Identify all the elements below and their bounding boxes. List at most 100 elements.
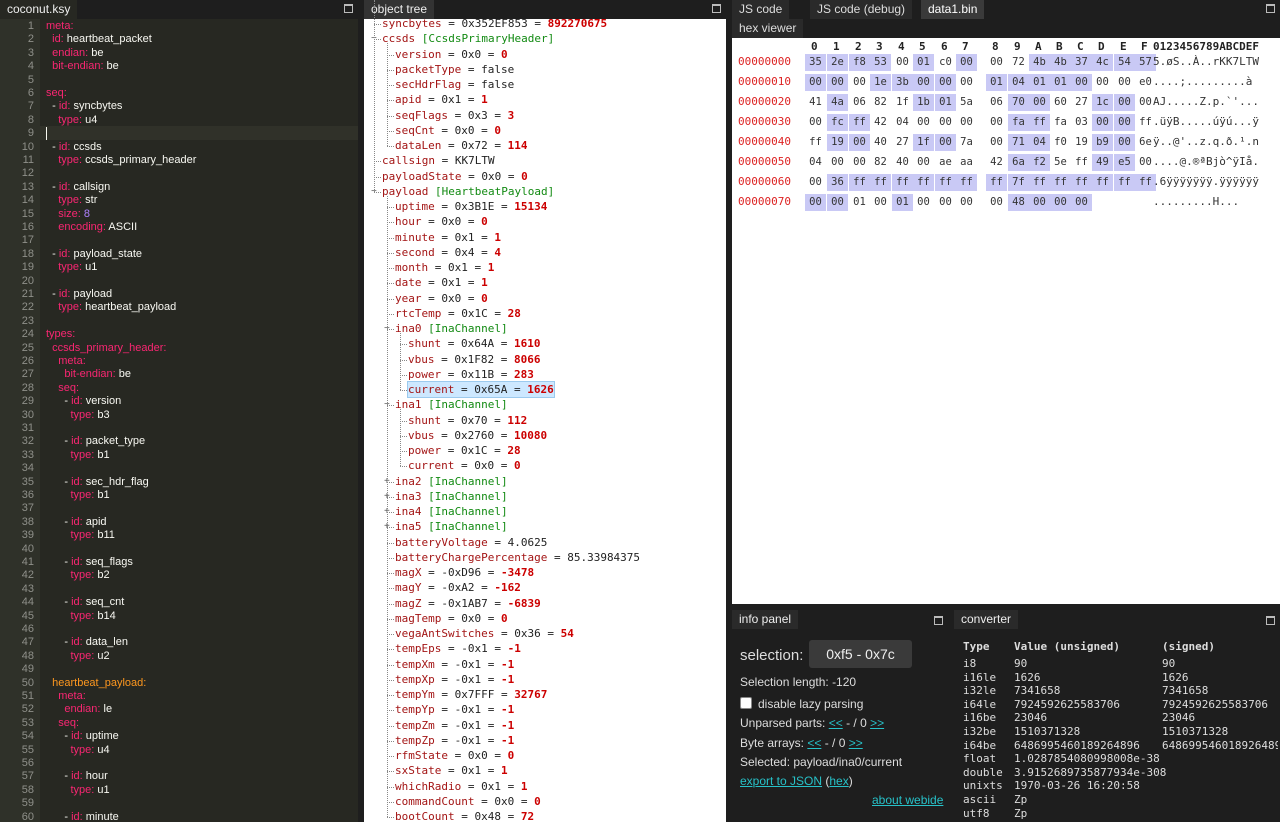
hex-byte[interactable]: 19 (1071, 134, 1092, 151)
hex-byte[interactable]: ff (1071, 154, 1092, 171)
tree-node-month[interactable]: month = 0x1 = 1 (395, 260, 494, 275)
hex-byte[interactable]: 00 (986, 194, 1007, 211)
tree-node-ina5[interactable]: ina5 [InaChannel] (395, 519, 508, 534)
maximize-icon[interactable] (934, 616, 943, 625)
hex-byte[interactable]: 5e (1050, 154, 1071, 171)
tree-node-dataLen[interactable]: dataLen = 0x72 = 114 (395, 138, 527, 153)
hex-byte[interactable]: 35 (805, 54, 826, 71)
hex-byte[interactable]: 01 (913, 54, 934, 71)
tab-info-panel[interactable]: info panel (732, 610, 799, 629)
tree-node-syncbytes[interactable]: syncbytes = 0x352EF853 = 892270675 (382, 16, 607, 31)
hex-byte[interactable]: ff (935, 174, 956, 191)
hex-byte[interactable]: 82 (870, 94, 891, 111)
hex-byte[interactable]: ff (1029, 174, 1050, 191)
hex-byte[interactable]: f8 (849, 54, 870, 71)
hex-byte[interactable]: 00 (1071, 74, 1092, 91)
hex-byte[interactable]: 00 (827, 74, 848, 91)
unparsed-prev-link[interactable]: << (829, 716, 843, 730)
hex-byte[interactable]: 27 (892, 134, 913, 151)
tree-node-batteryVoltage[interactable]: batteryVoltage = 4.0625 (395, 535, 547, 550)
tree-node-batteryChargePercentage[interactable]: batteryChargePercentage = 85.33984375 (395, 550, 640, 565)
hex-byte[interactable]: 00 (849, 134, 870, 151)
hex-byte[interactable]: 19 (827, 134, 848, 151)
tab-js-code-debug[interactable]: JS code (debug) (810, 0, 913, 19)
hex-byte[interactable]: 00 (805, 114, 826, 131)
tree-node-minute[interactable]: minute = 0x1 = 1 (395, 230, 501, 245)
hex-byte[interactable]: ff (1050, 174, 1071, 191)
lazy-parsing-checkbox[interactable] (740, 697, 752, 709)
hex-byte[interactable]: ff (1092, 174, 1113, 191)
tree-node-payload[interactable]: payload [HeartbeatPayload] (382, 184, 554, 199)
tree-node-current[interactable]: current = 0x0 = 0 (408, 458, 521, 473)
hex-byte[interactable]: 00 (849, 154, 870, 171)
tree-node-hour[interactable]: hour = 0x0 = 0 (395, 214, 488, 229)
hex-byte[interactable]: 7f (1008, 174, 1029, 191)
export-json-link[interactable]: export to JSON (740, 774, 822, 788)
about-webide-link[interactable]: about webide (872, 793, 943, 807)
hex-byte[interactable]: 2e (827, 54, 848, 71)
hex-byte[interactable]: 4b (1050, 54, 1071, 71)
hex-byte[interactable]: 4a (827, 94, 848, 111)
hex-byte[interactable]: ff (986, 174, 1007, 191)
hex-byte[interactable]: 1f (892, 94, 913, 111)
hex-byte[interactable]: e5 (1114, 154, 1135, 171)
hex-byte[interactable]: 00 (805, 174, 826, 191)
tree-node-sxState[interactable]: sxState = 0x1 = 1 (395, 763, 508, 778)
maximize-icon[interactable] (1266, 4, 1275, 13)
hex-byte[interactable]: 00 (956, 194, 977, 211)
tree-node-bootCount[interactable]: bootCount = 0x48 = 72 (395, 809, 534, 822)
maximize-icon[interactable] (712, 4, 721, 13)
hex-byte[interactable]: 00 (1050, 194, 1071, 211)
tree-node-tempZm[interactable]: tempZm = -0x1 = -1 (395, 718, 514, 733)
hex-byte[interactable]: 00 (849, 74, 870, 91)
tree-node-year[interactable]: year = 0x0 = 0 (395, 291, 488, 306)
tree-node-ina4[interactable]: ina4 [InaChannel] (395, 504, 508, 519)
unparsed-next-link[interactable]: >> (870, 716, 884, 730)
hex-byte[interactable]: 01 (892, 194, 913, 211)
hex-byte[interactable]: ff (849, 114, 870, 131)
hex-byte[interactable]: 82 (870, 154, 891, 171)
tree-node-payloadState[interactable]: payloadState = 0x0 = 0 (382, 169, 528, 184)
tree-node-apid[interactable]: apid = 0x1 = 1 (395, 92, 488, 107)
about-link-text[interactable]: about webide (872, 793, 943, 807)
tree-node-version[interactable]: version = 0x0 = 0 (395, 47, 508, 62)
hex-byte[interactable]: 00 (1071, 194, 1092, 211)
hex-byte[interactable]: 70 (1008, 94, 1029, 111)
hex-byte[interactable]: ff (849, 174, 870, 191)
hex-byte[interactable]: 1e (870, 74, 891, 91)
hex-byte[interactable]: 00 (913, 114, 934, 131)
tree-node-seqCnt[interactable]: seqCnt = 0x0 = 0 (395, 123, 501, 138)
hex-byte[interactable]: 1b (913, 94, 934, 111)
hex-byte[interactable]: 00 (986, 134, 1007, 151)
hex-byte[interactable]: fa (1050, 114, 1071, 131)
hex-byte[interactable]: 40 (892, 154, 913, 171)
hex-byte[interactable]: 06 (849, 94, 870, 111)
tree-node-ccsds[interactable]: ccsds [CcsdsPrimaryHeader] (382, 31, 554, 46)
hex-byte[interactable]: 00 (1029, 94, 1050, 111)
tab-converter[interactable]: converter (954, 610, 1019, 629)
tab-coconut-ksy[interactable]: coconut.ksy (0, 0, 78, 19)
tree-node-packetType[interactable]: packetType = false (395, 62, 514, 77)
hex-byte[interactable]: 00 (913, 154, 934, 171)
tree-node-ina3[interactable]: ina3 [InaChannel] (395, 489, 508, 504)
hex-byte[interactable]: 01 (849, 194, 870, 211)
tree-node-tempXp[interactable]: tempXp = -0x1 = -1 (395, 672, 514, 687)
hex-byte[interactable]: 42 (986, 154, 1007, 171)
maximize-icon[interactable] (344, 4, 353, 13)
hex-byte[interactable]: 00 (827, 194, 848, 211)
tree-node-second[interactable]: second = 0x4 = 4 (395, 245, 501, 260)
hex-byte[interactable]: 42 (870, 114, 891, 131)
hex-byte[interactable]: 00 (986, 114, 1007, 131)
hex-byte[interactable]: aa (956, 154, 977, 171)
hex-byte[interactable]: 01 (935, 94, 956, 111)
hex-byte[interactable]: 00 (870, 194, 891, 211)
tree-node-current[interactable]: current = 0x65A = 1626 (407, 380, 555, 399)
hex-byte[interactable]: 00 (935, 74, 956, 91)
hex-byte[interactable]: fc (827, 114, 848, 131)
tree-node-magTemp[interactable]: magTemp = 0x0 = 0 (395, 611, 508, 626)
hex-byte[interactable]: ff (805, 134, 826, 151)
hex-byte[interactable]: 01 (1029, 74, 1050, 91)
hex-byte[interactable]: 00 (956, 74, 977, 91)
hex-byte[interactable]: f2 (1029, 154, 1050, 171)
tab-hex-viewer[interactable]: hex viewer (732, 19, 804, 38)
